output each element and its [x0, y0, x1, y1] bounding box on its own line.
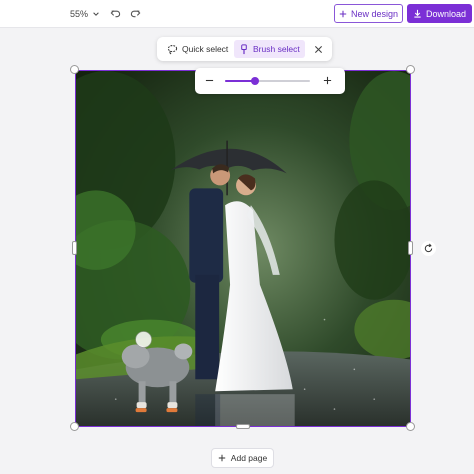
download-button[interactable]: Download [407, 4, 472, 23]
plus-icon [218, 454, 225, 462]
rotate-button[interactable] [421, 241, 436, 256]
selection-toolbar: Quick select Brush select [157, 37, 332, 61]
resize-handle-bottom[interactable] [236, 424, 250, 429]
slider-thumb[interactable] [250, 77, 259, 85]
new-design-button[interactable]: New design [334, 4, 403, 23]
zoom-dropdown[interactable]: 55% [70, 7, 100, 21]
download-label: Download [425, 8, 467, 19]
rotate-icon [424, 243, 433, 253]
resize-handle-top-right[interactable] [406, 65, 415, 74]
increase-brush-button[interactable] [320, 73, 334, 87]
quick-select-label: Quick select [182, 44, 229, 54]
undo-button[interactable] [108, 6, 122, 20]
close-toolbar-button[interactable] [311, 42, 325, 56]
design-canvas[interactable] [75, 70, 411, 427]
brush-select-tool[interactable]: Brush select [234, 40, 305, 58]
resize-handle-right[interactable] [408, 241, 413, 255]
plus-icon [323, 76, 331, 84]
brush-select-label: Brush select [253, 44, 300, 54]
quick-select-tool[interactable]: Quick select [163, 40, 232, 58]
zoom-value: 55% [70, 9, 89, 19]
add-page-label: Add page [230, 453, 268, 463]
undo-icon [110, 9, 120, 17]
download-icon [414, 9, 421, 18]
lasso-icon [167, 44, 178, 54]
minus-icon [205, 79, 213, 81]
close-icon [314, 45, 322, 53]
redo-button[interactable] [128, 6, 142, 20]
brush-size-slider[interactable] [225, 77, 310, 85]
chevron-down-icon [93, 12, 99, 16]
decrease-brush-button[interactable] [202, 73, 216, 87]
brush-icon [241, 43, 247, 54]
resize-handle-left[interactable] [72, 241, 77, 255]
redo-icon [130, 9, 140, 17]
new-design-label: New design [350, 8, 399, 19]
add-page-button[interactable]: Add page [211, 448, 274, 468]
plus-icon [339, 10, 347, 17]
wedding-photo [76, 71, 410, 426]
resize-handle-bottom-left[interactable] [70, 422, 79, 431]
resize-handle-top-left[interactable] [70, 65, 79, 74]
resize-handle-bottom-right[interactable] [406, 422, 415, 431]
brush-size-popup [195, 68, 345, 94]
top-bar: 55% New design Download [0, 0, 474, 28]
